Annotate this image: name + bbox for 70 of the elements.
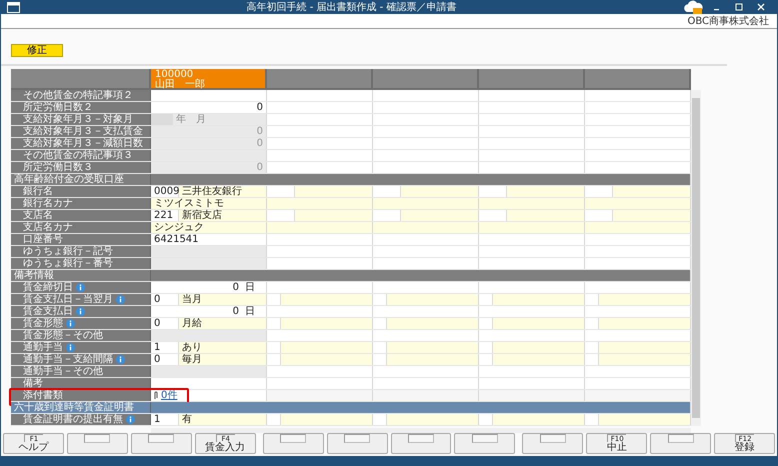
function-key[interactable] (66, 432, 128, 454)
table-cell: 1 有 (151, 414, 267, 425)
info-icon[interactable] (66, 319, 75, 328)
row-label: 賃金形態 (11, 318, 151, 329)
maximize-icon[interactable] (735, 3, 743, 11)
section-header: 六十歳到達時等賃金証明書 (11, 402, 151, 413)
row-label: 支店名カナ (11, 222, 151, 233)
row-label: その他賃金の特記事項２ (11, 90, 151, 101)
row-label: 通勤手当－その他 (11, 366, 151, 377)
table-cell: 0 日 (151, 306, 267, 317)
section-header: 備考情報 (11, 270, 151, 281)
table-cell: ミツイスミトモ (151, 198, 267, 209)
row-label: 賃金証明書の提出有無 (11, 414, 151, 425)
scrollbar[interactable] (151, 428, 691, 433)
row-label: 賃金支払日 (11, 306, 151, 317)
row-label: ゆうちょ銀行－番号 (11, 258, 151, 269)
row-label: ゆうちょ銀行－記号 (11, 246, 151, 257)
mode-badge: 修正 (11, 44, 63, 57)
row-label: 所定労働日数３ (11, 162, 151, 173)
row-label: 所定労働日数２ (11, 102, 151, 113)
table-cell: 0 (151, 162, 267, 173)
row-label: 添付書類 (11, 390, 151, 401)
row-label: 通勤手当－支給間隔 (11, 354, 151, 365)
function-key[interactable] (130, 432, 192, 454)
info-icon[interactable] (126, 415, 135, 424)
info-icon[interactable] (76, 307, 85, 316)
row-label: 賃金支払日－当翌月 (11, 294, 151, 305)
row-label: 賃金形態－その他 (11, 330, 151, 341)
table-cell: 年 月 (151, 114, 267, 125)
table-cell: 6421541 (151, 234, 267, 245)
paperclip-icon (154, 391, 158, 400)
row-label: 通勤手当 (11, 342, 151, 353)
row-label: 支給対象年月３－減額日数 (11, 138, 151, 149)
function-key[interactable] (650, 432, 712, 454)
row-label: 口座番号 (11, 234, 151, 245)
row-label: 支店名 (11, 210, 151, 221)
info-icon[interactable] (76, 283, 85, 292)
row-label: 銀行名カナ (11, 198, 151, 209)
row-label: 支給対象年月３－対象月 (11, 114, 151, 125)
table-cell: 0 (151, 102, 267, 113)
company-name: OBC商事株式会社 (687, 14, 769, 28)
table-cell: シンジュク (151, 222, 267, 233)
attachment-link[interactable]: 0件 (161, 390, 178, 401)
info-icon[interactable] (116, 295, 125, 304)
function-key[interactable] (522, 432, 584, 454)
info-icon[interactable] (66, 343, 75, 352)
row-label: 賃金締切日 (11, 282, 151, 293)
function-key[interactable] (262, 432, 324, 454)
table-cell: 0 毎月 (151, 354, 267, 365)
section-header: 高年齢給付金の受取口座 (11, 174, 151, 185)
cloud-icon[interactable] (683, 0, 703, 14)
scrollbar[interactable] (691, 90, 701, 426)
row-label: 銀行名 (11, 186, 151, 197)
table-cell: 221 新宿支店 (151, 210, 267, 221)
table-cell: 0 (151, 138, 267, 149)
row-label: その他賃金の特記事項３ (11, 150, 151, 161)
function-key[interactable] (390, 432, 452, 454)
table-cell: 0 (151, 126, 267, 137)
table-cell: 0 日 (151, 282, 267, 293)
function-key[interactable] (326, 432, 388, 454)
table-cell: 0 当月 (151, 294, 267, 305)
row-label: 備考 (11, 378, 151, 389)
info-icon[interactable] (116, 355, 125, 364)
table-cell: 1 あり (151, 342, 267, 353)
function-key[interactable] (454, 432, 516, 454)
table-cell: 0 月給 (151, 318, 267, 329)
window-title: 高年初回手続 - 届出書類作成 - 確認票／申請書 (246, 0, 458, 14)
close-icon[interactable] (757, 3, 765, 11)
table-cell: 0009 三井住友銀行 (151, 186, 267, 197)
row-label: 支給対象年月３－支払賃金 (11, 126, 151, 137)
